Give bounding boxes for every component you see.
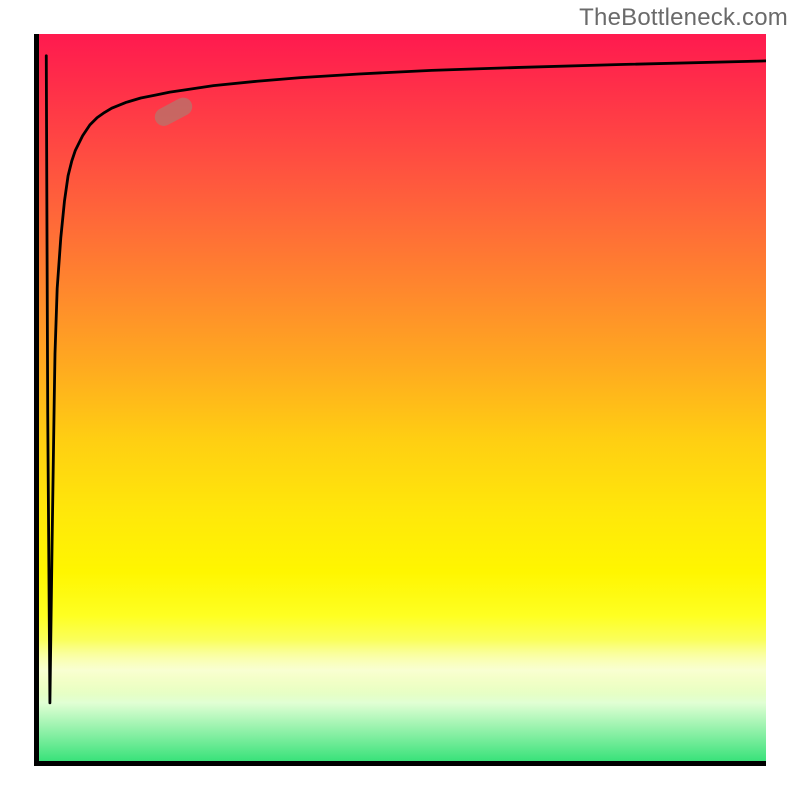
site-watermark: TheBottleneck.com: [579, 4, 788, 32]
x-axis: [34, 761, 766, 766]
chart-container: TheBottleneck.com: [0, 0, 800, 800]
curve-marker: [152, 94, 196, 129]
bottleneck-curve-path: [46, 56, 766, 703]
bottleneck-curve-svg: [39, 34, 766, 761]
